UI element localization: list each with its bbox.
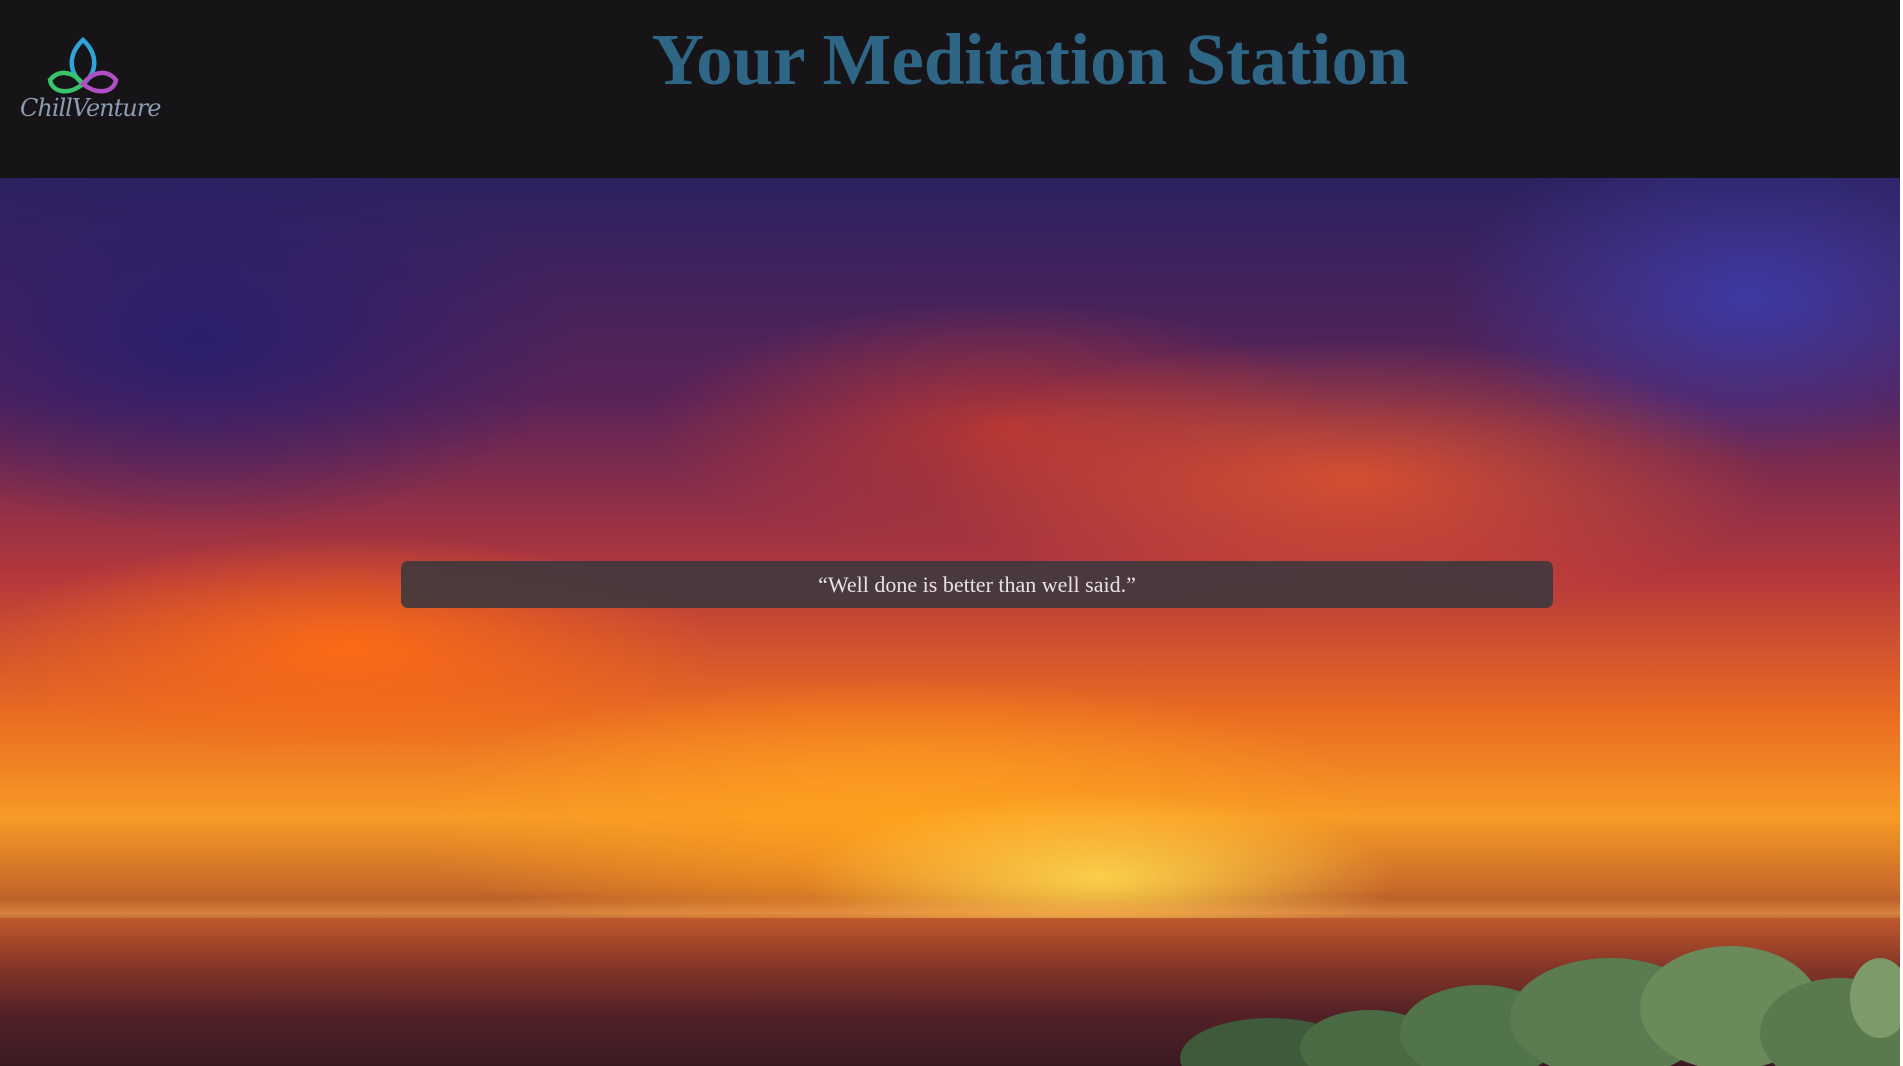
treetops-image (1180, 946, 1900, 1066)
header: ChillVenture Your Meditation Station (0, 0, 1900, 178)
quote-text: “Well done is better than well said.” (818, 572, 1136, 597)
page: ChillVenture Your Meditation Station “We… (0, 0, 1903, 1066)
sunset-background: “Well done is better than well said.” (0, 178, 1900, 1066)
page-title: Your Meditation Station (651, 19, 1409, 100)
quote-box: “Well done is better than well said.” (401, 561, 1553, 608)
